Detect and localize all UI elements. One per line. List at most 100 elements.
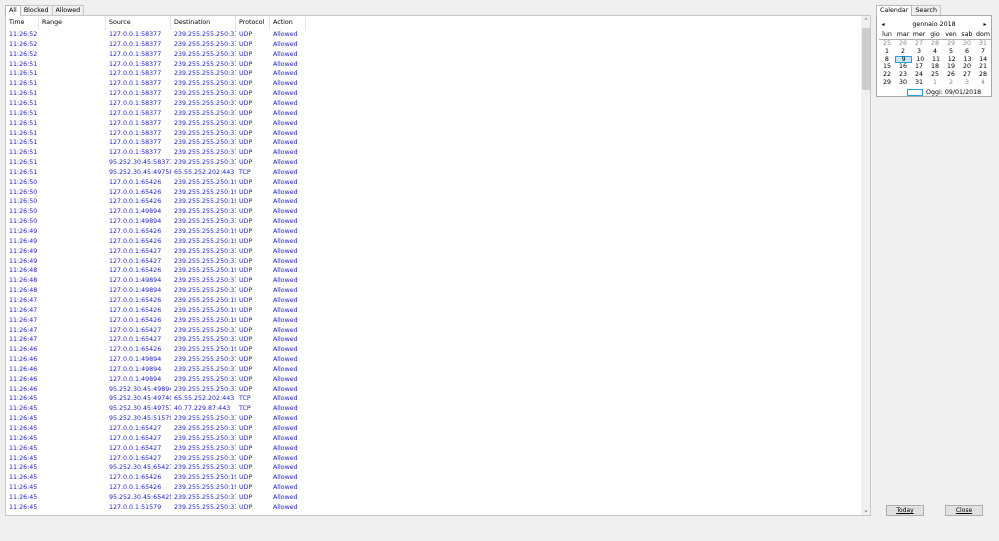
- calendar-day[interactable]: 26: [895, 40, 911, 48]
- calendar-day[interactable]: 19: [943, 63, 959, 71]
- calendar-day[interactable]: 1: [879, 48, 895, 56]
- tab-blocked[interactable]: Blocked: [19, 5, 53, 15]
- table-row[interactable]: 11:26:46 127.0.0.1:65426 239.255.255.250:1…: [6, 345, 306, 355]
- table-row[interactable]: 11:26:51 127.0.0.1:58377 239.255.255.250:3…: [6, 89, 306, 99]
- table-row[interactable]: 11:26:47 127.0.0.1:65426 239.255.255.250:1…: [6, 316, 306, 326]
- table-row[interactable]: 11:26:52 127.0.0.1:58377 239.255.255.250:3…: [6, 30, 306, 40]
- table-row[interactable]: 11:26:45 127.0.0.1:65427 239.255.255.250:3…: [6, 434, 306, 444]
- table-row[interactable]: 11:26:46 127.0.0.1:49894 239.255.255.250:3…: [6, 355, 306, 365]
- table-row[interactable]: 11:26:48 127.0.0.1:65426 239.255.255.250:1…: [6, 266, 306, 276]
- column-header-destination[interactable]: Destination: [171, 16, 236, 30]
- scroll-down-icon[interactable]: ⌄: [861, 505, 870, 515]
- column-header-protocol[interactable]: Protocol: [236, 16, 270, 30]
- calendar-day[interactable]: 29: [879, 79, 895, 87]
- table-row[interactable]: 11:26:51 95.252.30.45:49758 65.55.252.202:…: [6, 168, 306, 178]
- table-row[interactable]: 11:26:47 127.0.0.1:65426 239.255.255.250:1…: [6, 306, 306, 316]
- table-row[interactable]: 11:26:49 127.0.0.1:65426 239.255.255.250:1…: [6, 227, 306, 237]
- scroll-thumb[interactable]: [862, 28, 870, 90]
- tab-all[interactable]: All: [5, 5, 21, 16]
- column-header-time[interactable]: Time: [6, 16, 39, 30]
- close-button[interactable]: Close: [945, 505, 983, 516]
- table-row[interactable]: 11:26:51 127.0.0.1:58377 239.255.255.250:3…: [6, 129, 306, 139]
- calendar-day[interactable]: 25: [879, 40, 895, 48]
- table-row[interactable]: 11:26:45 127.0.0.1:65427 239.255.255.250:3…: [6, 424, 306, 434]
- column-header-range[interactable]: Range: [39, 16, 106, 30]
- calendar-day[interactable]: 10: [912, 56, 928, 64]
- calendar-day[interactable]: 2: [943, 79, 959, 87]
- calendar-day[interactable]: 11: [928, 56, 944, 64]
- calendar-day[interactable]: 15: [879, 63, 895, 71]
- calendar-day[interactable]: 3: [959, 79, 975, 87]
- calendar-day[interactable]: 25: [927, 71, 943, 79]
- table-row[interactable]: 11:26:47 127.0.0.1:65427 239.255.255.250:3…: [6, 326, 306, 336]
- table-row[interactable]: 11:26:47 127.0.0.1:65427 239.255.255.250:3…: [6, 335, 306, 345]
- calendar-day[interactable]: 16: [895, 63, 911, 71]
- table-row[interactable]: 11:26:49 127.0.0.1:65427 239.255.255.250:3…: [6, 257, 306, 267]
- calendar-day[interactable]: 7: [975, 48, 991, 56]
- calendar-day[interactable]: 5: [943, 48, 959, 56]
- table-row[interactable]: 11:26:46 127.0.0.1:49894 239.255.255.250:3…: [6, 365, 306, 375]
- calendar-day[interactable]: 21: [975, 63, 991, 71]
- calendar-day[interactable]: 29: [943, 40, 959, 48]
- table-row[interactable]: 11:26:46 127.0.0.1:49894 239.255.255.250:3…: [6, 375, 306, 385]
- today-button[interactable]: Today: [886, 505, 924, 516]
- table-row[interactable]: 11:26:48 127.0.0.1:49894 239.255.255.250:3…: [6, 286, 306, 296]
- table-row[interactable]: 11:26:46 95.252.30.45:49894 239.255.255.25…: [6, 385, 306, 395]
- calendar-day[interactable]: 4: [927, 48, 943, 56]
- prev-month-icon[interactable]: ◂: [879, 20, 887, 30]
- table-row[interactable]: 11:26:51 127.0.0.1:58377 239.255.255.250:3…: [6, 99, 306, 109]
- calendar-day[interactable]: 24: [911, 71, 927, 79]
- tab-search[interactable]: Search: [911, 5, 941, 15]
- calendar-today[interactable]: Oggi: 09/01/2018: [907, 89, 981, 96]
- table-row[interactable]: 11:26:51 95.252.30.45:58377 239.255.255.25…: [6, 158, 306, 168]
- tab-calendar[interactable]: Calendar: [876, 5, 913, 16]
- column-header-source[interactable]: Source: [106, 16, 171, 30]
- calendar-day[interactable]: 20: [959, 63, 975, 71]
- table-row[interactable]: 11:26:50 127.0.0.1:65426 239.255.255.250:1…: [6, 188, 306, 198]
- table-row[interactable]: 11:26:45 127.0.0.1:65426 239.255.255.250:1…: [6, 483, 306, 493]
- calendar-day[interactable]: 26: [943, 71, 959, 79]
- table-row[interactable]: 11:26:50 127.0.0.1:49894 239.255.255.250:3…: [6, 207, 306, 217]
- table-row[interactable]: 11:26:51 127.0.0.1:58377 239.255.255.250:3…: [6, 60, 306, 70]
- table-row[interactable]: 11:26:52 127.0.0.1:58377 239.255.255.250:3…: [6, 40, 306, 50]
- calendar-day[interactable]: 1: [927, 79, 943, 87]
- calendar-day[interactable]: 4: [975, 79, 991, 87]
- calendar-day[interactable]: 2: [895, 48, 911, 56]
- calendar-day[interactable]: 27: [911, 40, 927, 48]
- calendar-day[interactable]: 28: [927, 40, 943, 48]
- calendar-day[interactable]: 30: [959, 40, 975, 48]
- next-month-icon[interactable]: ▸: [981, 20, 989, 30]
- column-header-action[interactable]: Action: [270, 16, 306, 30]
- table-row[interactable]: 11:26:51 127.0.0.1:58377 239.255.255.250:3…: [6, 138, 306, 148]
- calendar-day[interactable]: 8: [879, 56, 895, 64]
- calendar-day[interactable]: 17: [911, 63, 927, 71]
- table-row[interactable]: 11:26:50 127.0.0.1:49894 239.255.255.250:3…: [6, 217, 306, 227]
- table-row[interactable]: 11:26:49 127.0.0.1:65426 239.255.255.250:1…: [6, 237, 306, 247]
- table-row[interactable]: 11:26:49 127.0.0.1:65427 239.255.255.250:3…: [6, 247, 306, 257]
- log-list[interactable]: Time Range Source Destination Protocol A…: [5, 15, 871, 516]
- table-row[interactable]: 11:26:45 95.252.30.45:49757 40.77.229.87:4…: [6, 404, 306, 414]
- table-row[interactable]: 11:26:45 127.0.0.1:65427 239.255.255.250:3…: [6, 454, 306, 464]
- calendar-day[interactable]: 28: [975, 71, 991, 79]
- calendar-day[interactable]: 31: [975, 40, 991, 48]
- calendar-day[interactable]: 31: [911, 79, 927, 87]
- calendar-day[interactable]: 14: [975, 56, 991, 64]
- table-row[interactable]: 11:26:50 127.0.0.1:65426 239.255.255.250:1…: [6, 197, 306, 207]
- calendar-day[interactable]: 27: [959, 71, 975, 79]
- calendar-day[interactable]: 30: [895, 79, 911, 87]
- calendar-day[interactable]: 6: [959, 48, 975, 56]
- table-row[interactable]: 11:26:52 127.0.0.1:58377 239.255.255.250:3…: [6, 50, 306, 60]
- table-row[interactable]: 11:26:45 95.252.30.45:65425 239.255.255.25…: [6, 493, 306, 503]
- table-row[interactable]: 11:26:45 95.252.30.45:65427 239.255.255.25…: [6, 463, 306, 473]
- table-row[interactable]: 11:26:51 127.0.0.1:58377 239.255.255.250:3…: [6, 109, 306, 119]
- scroll-up-icon[interactable]: ⌃: [861, 16, 870, 26]
- table-row[interactable]: 11:26:45 127.0.0.1:65426 239.255.255.250:1…: [6, 473, 306, 483]
- table-row[interactable]: 11:26:45 127.0.0.1:65427 239.255.255.250:3…: [6, 444, 306, 454]
- vertical-scrollbar[interactable]: ⌃ ⌄: [861, 16, 870, 515]
- table-row[interactable]: 11:26:51 127.0.0.1:58377 239.255.255.250:3…: [6, 119, 306, 129]
- table-row[interactable]: 11:26:51 127.0.0.1:58377 239.255.255.250:3…: [6, 69, 306, 79]
- table-row[interactable]: 11:26:50 127.0.0.1:65426 239.255.255.250:1…: [6, 178, 306, 188]
- calendar-day[interactable]: 13: [960, 56, 976, 64]
- table-row[interactable]: 11:26:45 127.0.0.1:51579 239.255.255.250:3…: [6, 503, 306, 513]
- calendar-day[interactable]: 3: [911, 48, 927, 56]
